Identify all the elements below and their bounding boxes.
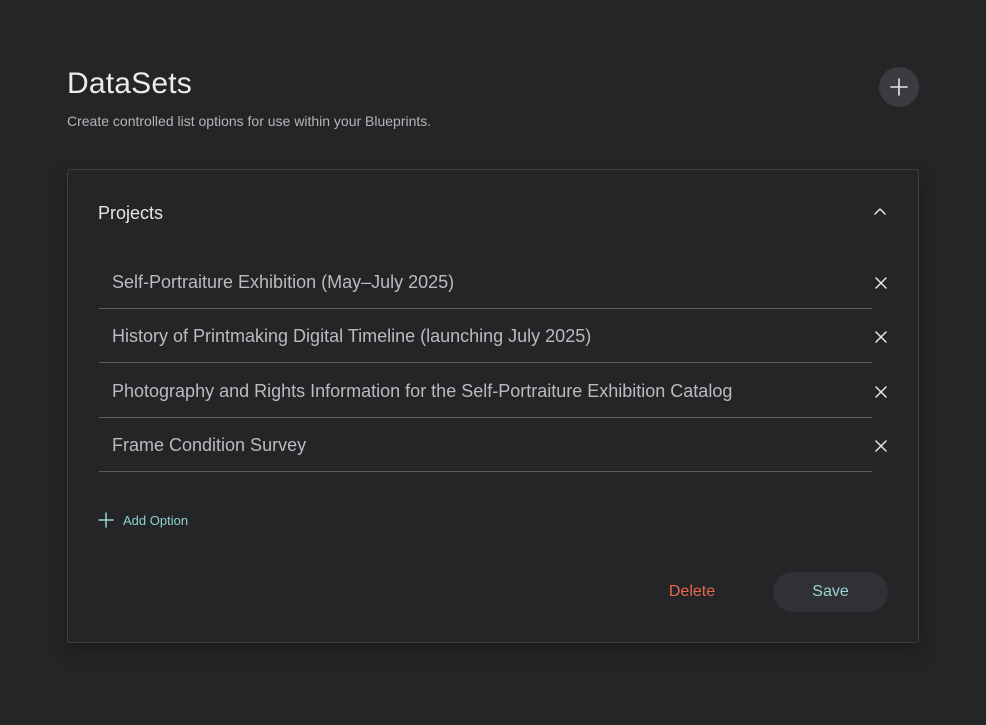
- close-icon: [875, 386, 887, 398]
- remove-option-button[interactable]: [869, 380, 893, 404]
- dataset-title: Projects: [98, 203, 164, 223]
- page-subtitle: Create controlled list options for use w…: [67, 113, 432, 129]
- plus-icon: [98, 512, 114, 528]
- delete-button[interactable]: Delete: [648, 572, 736, 612]
- option-row: [99, 365, 889, 419]
- option-row: [99, 419, 889, 473]
- chevron-up-icon: [874, 208, 886, 215]
- remove-option-button[interactable]: [869, 434, 893, 458]
- option-row: [99, 256, 889, 310]
- save-button[interactable]: Save: [773, 572, 888, 612]
- collapse-button[interactable]: [868, 200, 892, 224]
- dataset-card: Projects Self-Portraiture Exhibition (Ma…: [67, 169, 919, 643]
- add-option-button[interactable]: Add Option: [98, 512, 188, 528]
- remove-option-button[interactable]: [869, 325, 893, 349]
- close-icon: [875, 277, 887, 289]
- option-input[interactable]: [99, 256, 872, 309]
- remove-option-button[interactable]: [869, 271, 893, 295]
- plus-icon: [890, 78, 908, 96]
- add-option-label: Add Option: [123, 512, 189, 528]
- add-dataset-button[interactable]: [879, 67, 919, 107]
- datasets-page: DataSets Create controlled list options …: [0, 0, 986, 725]
- option-input[interactable]: [99, 365, 872, 418]
- option-input[interactable]: [99, 310, 872, 363]
- option-row: [99, 310, 889, 364]
- close-icon: [875, 440, 887, 452]
- option-input[interactable]: [99, 419, 872, 472]
- page-title: DataSets: [67, 67, 192, 100]
- close-icon: [875, 331, 887, 343]
